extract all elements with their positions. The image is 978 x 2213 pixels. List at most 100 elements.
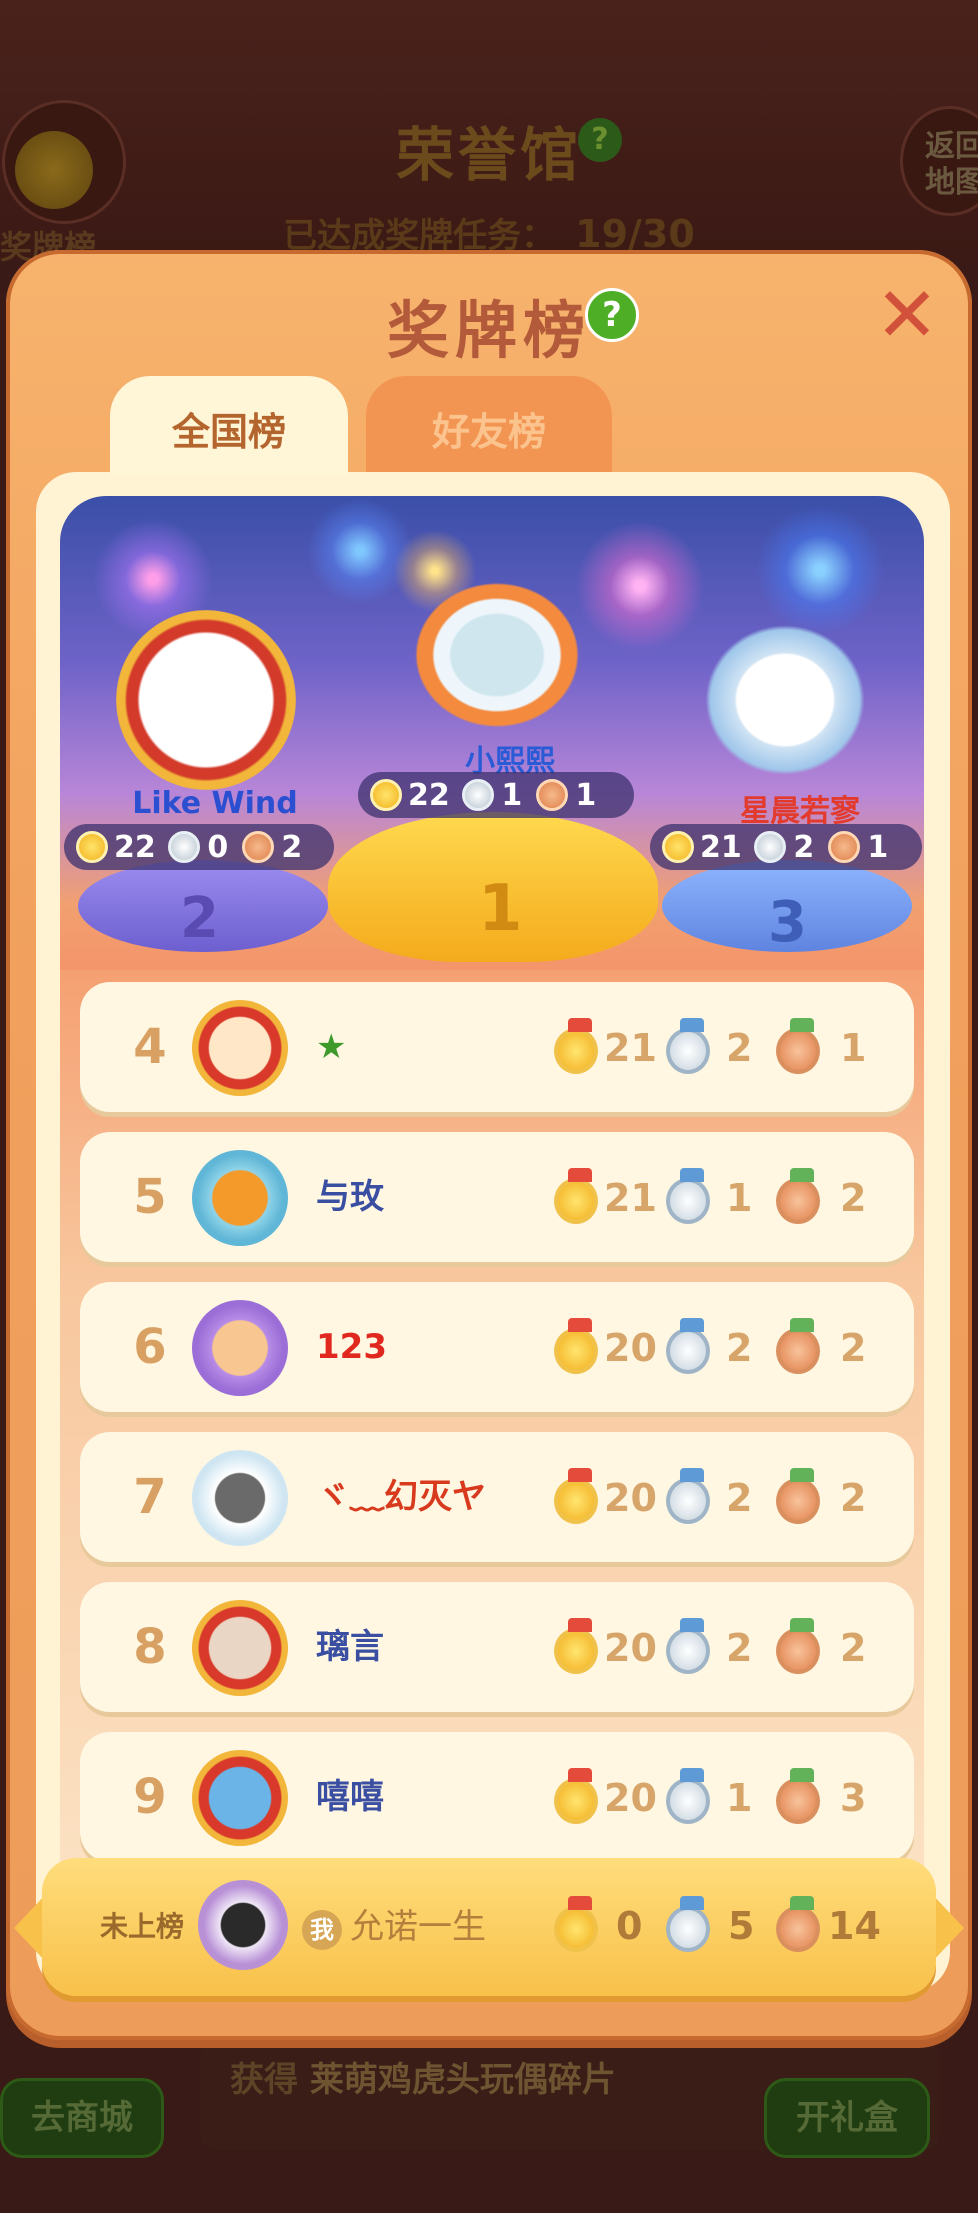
gold-medal-icon <box>554 1468 598 1524</box>
rank-row[interactable]: 6 123 20 2 2 <box>80 1282 914 1412</box>
tab-friends[interactable]: 好友榜 <box>366 376 612 476</box>
my-bronze-count: 14 <box>828 1904 881 1948</box>
tab-national[interactable]: 全国榜 <box>110 376 348 476</box>
player-name: 123 <box>316 1327 387 1367</box>
gold-count: 20 <box>604 1776 657 1820</box>
gold-medal-icon <box>554 1768 598 1824</box>
go-to-shop-button[interactable]: 去商城 <box>0 2078 164 2158</box>
silver-medal-icon <box>666 1168 710 1224</box>
rank-row[interactable]: 7 ヾ﹏幻灭ヤ 20 2 2 <box>80 1432 914 1562</box>
bronze-count: 2 <box>840 1476 867 1520</box>
silver-medal-icon <box>666 1896 710 1952</box>
silver-count: 2 <box>726 1026 753 1070</box>
player-name: 璃言 <box>316 1627 384 1667</box>
player-name: 嘻嘻 <box>316 1777 384 1817</box>
reward-text: 获得 莱萌鸡虎头玩偶碎片 <box>230 2060 616 2100</box>
rank-number: 7 <box>133 1469 167 1525</box>
bronze-medal-icon <box>776 1896 820 1952</box>
silver-count: 2 <box>726 1626 753 1670</box>
podium-medals-first: 22 1 1 <box>358 772 634 818</box>
silver-medal-icon <box>167 831 200 863</box>
silver-count: 2 <box>726 1476 753 1520</box>
bronze-medal-icon <box>776 1168 820 1224</box>
silver-count: 2 <box>726 1326 753 1370</box>
pedestal-third-number: 3 <box>768 890 807 955</box>
bronze-medal-icon <box>776 1018 820 1074</box>
bronze-medal-icon <box>776 1468 820 1524</box>
me-badge: 我 <box>302 1910 342 1950</box>
silver-medal-icon <box>666 1468 710 1524</box>
silver-count: 1 <box>726 1776 753 1820</box>
bronze-medal-icon <box>241 831 274 863</box>
avatar[interactable] <box>192 1450 288 1546</box>
player-name: 与玫 <box>316 1177 384 1217</box>
rank-number: 8 <box>133 1619 167 1675</box>
avatar-third[interactable] <box>700 620 870 780</box>
gold-medal-icon <box>370 779 402 811</box>
gold-medal-icon <box>662 831 694 863</box>
bronze-medal-icon <box>827 831 860 863</box>
bronze-count: 2 <box>840 1626 867 1670</box>
gold-count: 21 <box>604 1176 657 1220</box>
bronze-count: 2 <box>840 1176 867 1220</box>
podium-name-second: Like Wind <box>132 786 298 821</box>
podium-medals-second: 22 0 2 <box>64 824 334 870</box>
rank-number: 4 <box>133 1019 167 1075</box>
gold-medal-icon <box>554 1896 598 1952</box>
modal-help-icon[interactable]: ? <box>585 288 639 342</box>
my-gold-count: 0 <box>616 1904 643 1948</box>
gold-count: 20 <box>604 1476 657 1520</box>
bronze-medal-icon <box>776 1768 820 1824</box>
rank-row[interactable]: 4 ★ 21 2 1 <box>80 982 914 1112</box>
hall-help-icon[interactable]: ? <box>578 118 622 162</box>
silver-medal-icon <box>666 1018 710 1074</box>
silver-count: 1 <box>726 1176 753 1220</box>
bronze-count: 1 <box>840 1026 867 1070</box>
avatar[interactable] <box>192 1150 288 1246</box>
rank-row[interactable]: 8 璃言 20 2 2 <box>80 1582 914 1712</box>
player-name: ★ <box>316 1027 347 1067</box>
pedestal-first-number: 1 <box>478 872 523 946</box>
gold-medal-icon <box>554 1018 598 1074</box>
silver-medal-icon <box>461 779 494 811</box>
silver-medal-icon <box>666 1768 710 1824</box>
silver-medal-icon <box>666 1618 710 1674</box>
bronze-count: 2 <box>840 1326 867 1370</box>
avatar[interactable] <box>192 1300 288 1396</box>
gold-count: 20 <box>604 1626 657 1670</box>
gold-count: 20 <box>604 1326 657 1370</box>
my-silver-count: 5 <box>728 1904 755 1948</box>
avatar[interactable] <box>192 1000 288 1096</box>
bronze-medal-icon <box>535 779 568 811</box>
my-player-name: 允诺一生 <box>350 1907 486 1947</box>
avatar[interactable] <box>192 1600 288 1696</box>
pedestal-second-number: 2 <box>180 886 219 951</box>
player-name: ヾ﹏幻灭ヤ <box>316 1477 486 1517</box>
hall-title: 荣誉馆 <box>395 121 582 189</box>
rank-row[interactable]: 5 与玫 21 1 2 <box>80 1132 914 1262</box>
open-gift-box-button[interactable]: 开礼盒 <box>764 2078 930 2158</box>
close-icon[interactable]: ✕ <box>872 277 942 353</box>
gold-medal-icon <box>554 1318 598 1374</box>
modal-title: 奖牌榜 <box>386 294 591 367</box>
rank-row[interactable]: 9 嘻嘻 20 1 3 <box>80 1732 914 1862</box>
my-rank-status: 未上榜 <box>100 1910 185 1943</box>
silver-medal-icon <box>666 1318 710 1374</box>
avatar-first[interactable] <box>412 580 582 730</box>
rank-number: 9 <box>133 1769 167 1825</box>
bronze-medal-icon <box>776 1618 820 1674</box>
avatar[interactable] <box>192 1750 288 1846</box>
avatar-second[interactable] <box>116 610 296 790</box>
gold-count: 21 <box>604 1026 657 1070</box>
gold-medal-icon <box>76 831 108 863</box>
rank-number: 6 <box>133 1319 167 1375</box>
podium-medals-third: 21 2 1 <box>650 824 922 870</box>
firework-decoration <box>750 500 890 640</box>
bronze-count: 3 <box>840 1776 867 1820</box>
gold-medal-icon <box>554 1168 598 1224</box>
firework-decoration <box>570 516 710 656</box>
bronze-medal-icon <box>776 1318 820 1374</box>
rank-number: 5 <box>133 1169 167 1225</box>
silver-medal-icon <box>753 831 786 863</box>
my-avatar[interactable] <box>198 1880 288 1970</box>
